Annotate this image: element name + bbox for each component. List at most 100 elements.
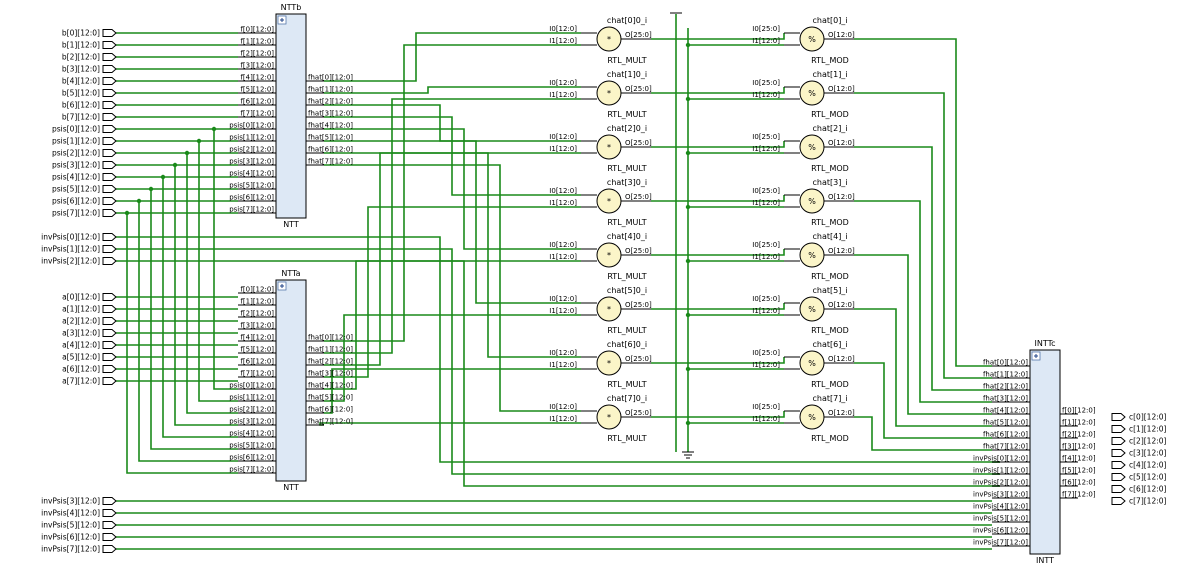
output-port-icon[interactable] (1111, 425, 1126, 433)
block-nttb[interactable]: NTTb NTT f[0][12:0] f[1][12:0] f[2][12:0] f[3… (229, 3, 353, 229)
input-port-icon[interactable] (102, 173, 117, 181)
input-port-icon[interactable] (102, 497, 117, 505)
input-port-invpsis-7[interactable]: invPsis[7][12:0] (41, 545, 117, 554)
output-port-c-2[interactable]: c[2][12:0] (1111, 437, 1167, 446)
input-port-psis-5[interactable]: psis[5][12:0] (52, 185, 117, 194)
input-port-b-7[interactable]: b[7][12:0] (62, 113, 117, 122)
multiplier-5[interactable]: chat[5]0_i I0[12:0] I1[12:0] O[25:0] * RTL_MU… (549, 286, 652, 335)
input-port-icon[interactable] (102, 533, 117, 541)
input-port-b-4[interactable]: b[4][12:0] (62, 77, 117, 86)
output-port-c-3[interactable]: c[3][12:0] (1111, 449, 1167, 458)
input-port-icon[interactable] (102, 77, 117, 85)
input-port-psis-6[interactable]: psis[6][12:0] (52, 197, 117, 206)
mod-3[interactable]: chat[3]_i I0[25:0] I1[12:0] O[12:0]% RTL_MOD (752, 178, 855, 227)
input-port-icon[interactable] (102, 293, 117, 301)
block-body[interactable] (275, 13, 307, 219)
input-port-icon[interactable] (102, 65, 117, 73)
input-port-icon[interactable] (102, 197, 117, 205)
input-port-a-1[interactable]: a[1][12:0] (62, 305, 117, 314)
input-port-psis-7[interactable]: psis[7][12:0] (52, 209, 117, 218)
input-port-icon[interactable] (102, 137, 117, 145)
mod-5[interactable]: chat[5]_i I0[25:0] I1[12:0] O[12:0]% RTL_MOD (752, 286, 855, 335)
input-port-icon[interactable] (102, 257, 117, 265)
block-ntta[interactable]: NTTa NTT f[0][12:0] f[1][12:0] f[2][12:0] f[3… (229, 269, 353, 492)
input-port-icon[interactable] (102, 365, 117, 373)
input-port-icon[interactable] (102, 377, 117, 385)
multiplier-2[interactable]: chat[2]0_i I0[12:0] I1[12:0] O[25:0] * RTL_MU… (549, 124, 652, 173)
input-port-icon[interactable] (102, 101, 117, 109)
mod-6[interactable]: chat[6]_i I0[25:0] I1[12:0] O[12:0]% RTL_MOD (752, 340, 855, 389)
input-port-icon[interactable] (102, 305, 117, 313)
input-port-b-1[interactable]: b[1][12:0] (62, 41, 117, 50)
input-port-a-4[interactable]: a[4][12:0] (62, 341, 117, 350)
multiplier-4[interactable]: chat[4]0_i I0[12:0] I1[12:0] O[25:0] * RTL_MU… (549, 232, 652, 281)
input-port-icon[interactable] (102, 89, 117, 97)
output-port-c-6[interactable]: c[6][12:0] (1111, 485, 1167, 494)
multiplier-3[interactable]: chat[3]0_i I0[12:0] I1[12:0] O[25:0] * RTL_MU… (549, 178, 652, 227)
output-port-c-4[interactable]: c[4][12:0] (1111, 461, 1167, 470)
output-port-c-5[interactable]: c[5][12:0] (1111, 473, 1167, 482)
input-port-icon[interactable] (102, 209, 117, 217)
input-port-psis-1[interactable]: psis[1][12:0] (52, 137, 117, 146)
input-port-icon[interactable] (102, 329, 117, 337)
mod-0[interactable]: chat[0]_i I0[25:0] I1[12:0] O[12:0]% RTL_MOD (752, 16, 855, 65)
input-port-icon[interactable] (102, 161, 117, 169)
input-port-a-7[interactable]: a[7][12:0] (62, 377, 117, 386)
input-port-invpsis-6[interactable]: invPsis[6][12:0] (41, 533, 117, 542)
input-port-invpsis-2[interactable]: invPsis[2][12:0] (41, 257, 117, 266)
input-port-icon[interactable] (102, 185, 117, 193)
input-port-icon[interactable] (102, 233, 117, 241)
input-port-icon[interactable] (102, 149, 117, 157)
input-port-icon[interactable] (102, 317, 117, 325)
input-port-icon[interactable] (102, 509, 117, 517)
input-port-psis-4[interactable]: psis[4][12:0] (52, 173, 117, 182)
input-port-b-2[interactable]: b[2][12:0] (62, 53, 117, 62)
input-port-a-5[interactable]: a[5][12:0] (62, 353, 117, 362)
input-port-invpsis-4[interactable]: invPsis[4][12:0] (41, 509, 117, 518)
input-port-psis-2[interactable]: psis[2][12:0] (52, 149, 117, 158)
input-port-icon[interactable] (102, 521, 117, 529)
multiplier-1[interactable]: chat[1]0_i I0[12:0] I1[12:0] O[25:0] * RTL_MU… (549, 70, 652, 119)
input-port-icon[interactable] (102, 113, 117, 121)
input-port-invpsis-0[interactable]: invPsis[0][12:0] (41, 233, 117, 242)
input-port-invpsis-5[interactable]: invPsis[5][12:0] (41, 521, 117, 530)
input-port-icon[interactable] (102, 29, 117, 37)
output-port-c-0[interactable]: c[0][12:0] (1111, 413, 1167, 422)
input-port-icon[interactable] (102, 341, 117, 349)
output-port-icon[interactable] (1111, 449, 1126, 457)
input-port-psis-0[interactable]: psis[0][12:0] (52, 125, 117, 134)
multiplier-6[interactable]: chat[6]0_i I0[12:0] I1[12:0] O[25:0] * RTL_MU… (549, 340, 652, 389)
input-port-icon[interactable] (102, 545, 117, 553)
input-port-psis-3[interactable]: psis[3][12:0] (52, 161, 117, 170)
mod-2[interactable]: chat[2]_i I0[25:0] I1[12:0] O[12:0]% RTL_MOD (752, 124, 855, 173)
input-port-a-0[interactable]: a[0][12:0] (62, 293, 117, 302)
input-port-a-3[interactable]: a[3][12:0] (62, 329, 117, 338)
block-inttc[interactable]: INTTc INTT fhat[0][12:0] fhat[1][12:0] fhat[… (973, 339, 1096, 565)
input-port-icon[interactable] (102, 245, 117, 253)
block-body[interactable] (1029, 349, 1061, 555)
multiplier-7[interactable]: chat[7]0_i I0[12:0] I1[12:0] O[25:0] * RTL_MU… (549, 394, 652, 443)
expand-icon[interactable] (1031, 351, 1041, 361)
input-port-icon[interactable] (102, 353, 117, 361)
input-port-b-0[interactable]: b[0][12:0] (62, 29, 117, 38)
input-port-icon[interactable] (102, 125, 117, 133)
input-port-b-5[interactable]: b[5][12:0] (62, 89, 117, 98)
expand-icon[interactable] (277, 281, 287, 291)
input-port-icon[interactable] (102, 41, 117, 49)
block-body[interactable] (275, 279, 307, 482)
output-port-icon[interactable] (1111, 497, 1126, 505)
output-port-c-7[interactable]: c[7][12:0] (1111, 497, 1167, 506)
input-port-invpsis-1[interactable]: invPsis[1][12:0] (41, 245, 117, 254)
input-port-a-2[interactable]: a[2][12:0] (62, 317, 117, 326)
mod-1[interactable]: chat[1]_i I0[25:0] I1[12:0] O[12:0]% RTL_MOD (752, 70, 855, 119)
input-port-a-6[interactable]: a[6][12:0] (62, 365, 117, 374)
input-port-invpsis-3[interactable]: invPsis[3][12:0] (41, 497, 117, 506)
output-port-icon[interactable] (1111, 485, 1126, 493)
input-port-b-6[interactable]: b[6][12:0] (62, 101, 117, 110)
output-port-icon[interactable] (1111, 461, 1126, 469)
output-port-icon[interactable] (1111, 473, 1126, 481)
expand-icon[interactable] (277, 15, 287, 25)
input-port-icon[interactable] (102, 53, 117, 61)
output-port-c-1[interactable]: c[1][12:0] (1111, 425, 1167, 434)
input-port-b-3[interactable]: b[3][12:0] (62, 65, 117, 74)
